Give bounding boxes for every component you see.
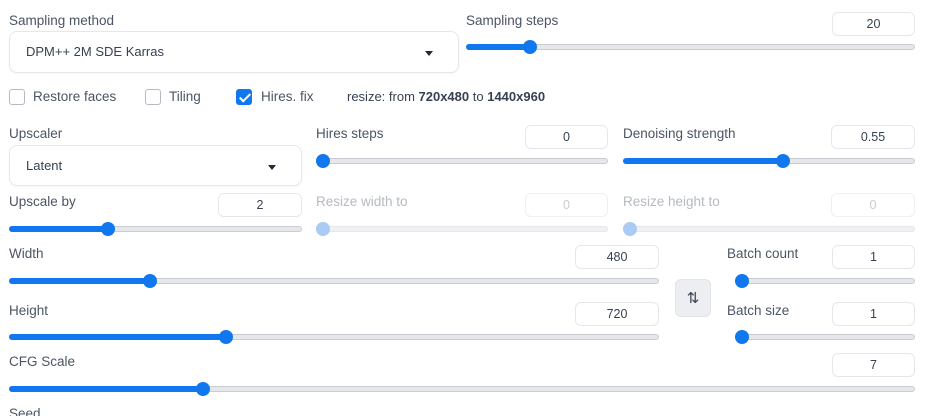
slider-fill (623, 158, 783, 164)
batch-size-label: Batch size (727, 303, 790, 318)
resize-height-label: Resize height to (623, 194, 720, 209)
resize-info: resize: from 720x480 to 1440x960 (347, 89, 545, 104)
tiling-checkbox[interactable] (145, 89, 161, 105)
resize-info-middle: to (469, 89, 488, 104)
slider-thumb[interactable] (523, 40, 537, 54)
batch-size-input[interactable]: 1 (832, 302, 915, 326)
sampling-method-dropdown[interactable]: DPM++ 2M SDE Karras (9, 31, 459, 73)
resize-from: 720x480 (418, 89, 470, 104)
upscale-by-label: Upscale by (9, 194, 76, 209)
hires-steps-input[interactable]: 0 (525, 125, 608, 149)
slider-fill (9, 386, 203, 392)
upscale-by-slider[interactable] (9, 220, 302, 236)
height-input[interactable]: 720 (575, 302, 659, 326)
width-input[interactable]: 480 (575, 245, 659, 269)
width-slider[interactable] (9, 272, 659, 288)
restore-faces-checkbox[interactable] (9, 89, 25, 105)
resize-width-slider (316, 220, 608, 236)
slider-thumb (316, 222, 330, 236)
denoising-strength-input[interactable]: 0.55 (831, 125, 915, 149)
cfg-scale-slider[interactable] (9, 380, 915, 396)
slider-thumb[interactable] (735, 330, 749, 344)
batch-count-label: Batch count (727, 246, 799, 261)
slider-track (735, 278, 915, 284)
upscaler-label: Upscaler (9, 126, 63, 141)
slider-fill (9, 334, 226, 340)
hires-steps-label: Hires steps (316, 126, 384, 141)
slider-track (623, 226, 915, 232)
swap-dimensions-button[interactable]: ⇅ (675, 279, 711, 317)
hires-fix-checkbox[interactable] (236, 89, 252, 105)
upscale-by-input[interactable]: 2 (218, 193, 302, 217)
slider-fill (9, 278, 150, 284)
resize-width-label: Resize width to (316, 194, 408, 209)
denoising-strength-label: Denoising strength (623, 126, 736, 141)
slider-track (316, 226, 608, 232)
slider-thumb (623, 222, 637, 236)
slider-thumb[interactable] (101, 222, 115, 236)
batch-count-slider[interactable] (735, 272, 915, 288)
batch-count-input[interactable]: 1 (832, 245, 915, 269)
chevron-down-icon (425, 51, 433, 56)
slider-thumb[interactable] (735, 274, 749, 288)
slider-thumb[interactable] (143, 274, 157, 288)
chevron-down-icon (268, 165, 276, 170)
cfg-scale-input[interactable]: 7 (832, 353, 915, 377)
slider-fill (9, 226, 108, 232)
width-label: Width (9, 246, 44, 261)
sampling-steps-input[interactable]: 20 (832, 12, 915, 36)
resize-info-prefix: resize: from (347, 89, 419, 104)
slider-thumb[interactable] (219, 330, 233, 344)
hires-steps-slider[interactable] (316, 152, 608, 168)
resize-width-input: 0 (525, 193, 608, 217)
slider-thumb[interactable] (776, 154, 790, 168)
cfg-scale-label: CFG Scale (9, 354, 76, 369)
height-label: Height (9, 303, 49, 318)
seed-label: Seed (9, 406, 41, 416)
sampling-method-value: DPM++ 2M SDE Karras (26, 44, 164, 59)
tiling-label: Tiling (169, 89, 201, 104)
upscaler-dropdown[interactable]: Latent (9, 145, 302, 186)
resize-height-input: 0 (831, 193, 915, 217)
batch-size-slider[interactable] (735, 328, 915, 344)
resize-height-slider (623, 220, 915, 236)
restore-faces-label: Restore faces (33, 89, 117, 104)
hires-fix-label: Hires. fix (261, 89, 314, 104)
slider-track (735, 334, 915, 340)
sampling-method-label: Sampling method (9, 13, 115, 28)
sampling-steps-slider[interactable] (466, 38, 915, 54)
swap-icon: ⇅ (686, 289, 700, 307)
sampling-steps-label: Sampling steps (466, 13, 559, 28)
slider-fill (466, 44, 530, 50)
height-slider[interactable] (9, 328, 659, 344)
slider-thumb[interactable] (316, 154, 330, 168)
slider-track (316, 158, 608, 164)
denoising-strength-slider[interactable] (623, 152, 915, 168)
upscaler-value: Latent (26, 158, 63, 173)
resize-to: 1440x960 (487, 89, 546, 104)
slider-thumb[interactable] (196, 382, 210, 396)
